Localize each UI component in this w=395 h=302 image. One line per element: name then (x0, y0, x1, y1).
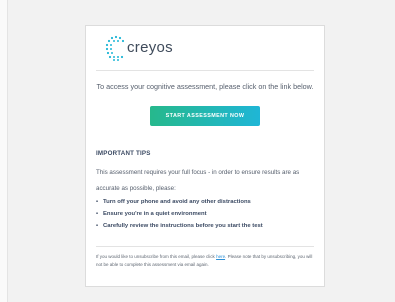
email-card: creyos To access your cognitive assessme… (85, 25, 325, 287)
bullet-icon: • (96, 199, 99, 205)
tips-list: • Turn off your phone and avoid any other… (96, 196, 263, 232)
unsubscribe-footer: If you would like to unsubscribe from th… (96, 253, 318, 268)
list-item: • Ensure you're in a quiet environment (96, 208, 263, 220)
unsubscribe-link[interactable]: here (216, 254, 225, 259)
start-assessment-button[interactable]: START ASSESSMENT NOW (150, 106, 260, 126)
intro-text: To access your cognitive assessment, ple… (96, 82, 314, 91)
bullet-icon: • (96, 223, 99, 229)
tip-label: Carefully review the instructions before… (103, 223, 263, 229)
tip-label: Turn off your phone and avoid any other … (103, 199, 251, 205)
footer-text-pre: If you would like to unsubscribe from th… (96, 254, 217, 259)
footer-divider (96, 246, 314, 247)
list-item: • Turn off your phone and avoid any other… (96, 196, 263, 208)
list-item: • Carefully review the instructions befor… (96, 220, 263, 232)
tips-text: This assessment requires your full focus… (96, 169, 300, 192)
tip-label: Ensure you're in a quiet environment (103, 211, 207, 217)
header-divider (96, 70, 314, 71)
logo-wordmark: creyos (127, 39, 173, 56)
left-panel-edge (0, 0, 8, 302)
tips-heading: IMPORTANT TIPS (96, 150, 151, 157)
bullet-icon: • (96, 211, 99, 217)
creyos-logo: creyos (104, 34, 173, 62)
